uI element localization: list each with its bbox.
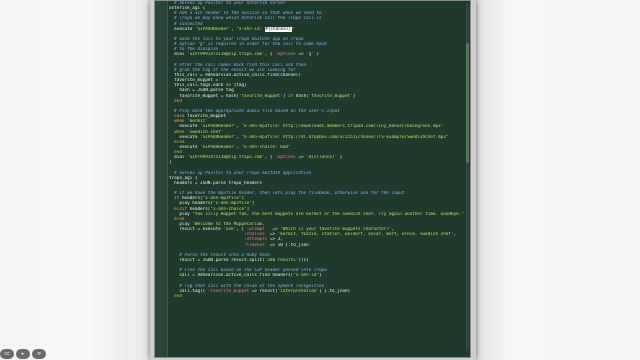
code-token: 'g' (306, 52, 314, 58)
code-token: ] (251, 201, 255, 207)
code-token: } (337, 155, 343, 161)
code-token: execute (169, 26, 195, 32)
code-editor[interactable]: # Serves up Positel to your Asterisk ser… (154, 0, 471, 358)
code-token: "x-ahn-mp3file: http://downloads.mombers… (241, 124, 444, 130)
code-area[interactable]: # Serves up Positel to your Asterisk ser… (169, 1, 466, 357)
caption-badge[interactable]: cc (0, 349, 14, 359)
code-token: :favorite_muppet (207, 288, 250, 294)
editor-window: # Serves up Positel to your Asterisk ser… (150, 0, 476, 360)
code-token: "You silly muppet fan, the best muppets … (192, 211, 464, 217)
menu-badge[interactable]: ≡ (32, 349, 46, 359)
code-token: #{channel} (264, 26, 292, 32)
code-token: "x-ahn-mp3file: http://dl.dropbox.com/u/… (241, 134, 449, 140)
code-token: } (313, 52, 320, 58)
left-background-panel (0, 0, 150, 360)
scrollbar-thumb[interactable] (466, 43, 469, 163)
code-token: 'favorite_muppet' (238, 93, 283, 99)
code-token: 'SIPAddHeader' (200, 144, 237, 150)
code-token: :options (275, 52, 296, 58)
video-controls: cc ▸ ≡ (0, 348, 46, 360)
code-token: 'SIPAddHeader' (200, 134, 237, 140)
code-token: => result[ (249, 288, 278, 294)
code-token: 'favorite_muppet' (308, 93, 353, 99)
code-token: dial (169, 52, 188, 58)
code-token: => 10 }.to_json (264, 242, 309, 248)
code-token: , { (264, 155, 276, 161)
code-token: end (169, 294, 182, 300)
code-token: 'SIP/9991475110@sip.tropo.com' (187, 52, 265, 58)
code-token: => (295, 155, 307, 161)
code-token: , (453, 232, 457, 238)
code-line: play "You silly muppet fan, the best mup… (169, 212, 466, 217)
code-token: call = Adhearsion.active_calls.find head… (169, 273, 294, 279)
code-token: )[1] (298, 258, 309, 264)
code-token: ] (352, 93, 356, 99)
code-token: ] (319, 273, 322, 279)
line-gutter (155, 1, 168, 357)
code-token: :timeout (244, 242, 265, 248)
code-token: ] }.to_json) (319, 288, 351, 294)
code-token: 'SIP/9991475110@sip.tropo.com' (187, 155, 265, 161)
code-token: hash[ (293, 93, 309, 99)
code-token: "x-ahn-choice: bad" (241, 144, 291, 150)
code-token: 'm(silence)' (306, 155, 338, 161)
right-background-panel (476, 0, 640, 360)
code-token: 'kermit, fozzie, statler, waldorf, oscar… (277, 232, 454, 238)
code-token: " (291, 26, 295, 32)
code-token: result = JSON.parse result.split( (169, 258, 265, 264)
vertical-scrollbar[interactable] (466, 3, 469, 351)
code-token: "x-ahn-id" (293, 273, 320, 279)
code-token: => (295, 52, 307, 58)
code-token: end (169, 98, 182, 104)
code-token: 'SIPAddHeader' (194, 26, 232, 32)
play-badge[interactable]: ▸ (16, 349, 30, 359)
code-token: :options (275, 155, 296, 161)
code-line: execute 'SIPAddHeader', "x-ahn-mp3file: … (169, 135, 466, 140)
code-token: , { (264, 52, 276, 58)
code-token: '200 result=' (264, 258, 299, 264)
code-token: 'interpretation' (277, 288, 320, 294)
code-token: headers = JSON.parse tropo_headers (169, 180, 263, 186)
code-token: "x-ahn-id: (236, 26, 265, 32)
code-token: } (169, 160, 172, 166)
code-line: end (169, 294, 466, 299)
